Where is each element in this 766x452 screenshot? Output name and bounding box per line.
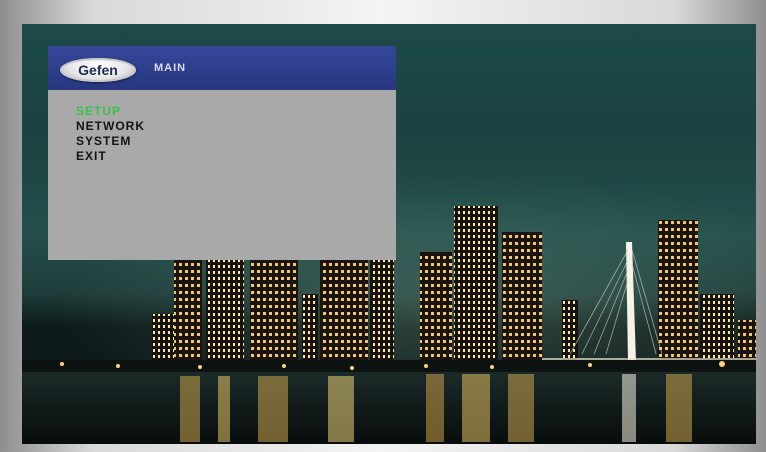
- menu-item-network[interactable]: NETWORK: [76, 119, 145, 134]
- osd-header: Gefen MAIN: [48, 46, 396, 90]
- menu-title: MAIN: [154, 62, 187, 74]
- menu-item-setup[interactable]: SETUP: [76, 104, 145, 119]
- gefen-logo: Gefen: [60, 58, 136, 82]
- main-menu-list: SETUP NETWORK SYSTEM EXIT: [76, 104, 145, 164]
- menu-item-system[interactable]: SYSTEM: [76, 134, 145, 149]
- osd-menu-panel: Gefen MAIN SETUP NETWORK SYSTEM EXIT: [48, 46, 396, 260]
- menu-item-exit[interactable]: EXIT: [76, 149, 145, 164]
